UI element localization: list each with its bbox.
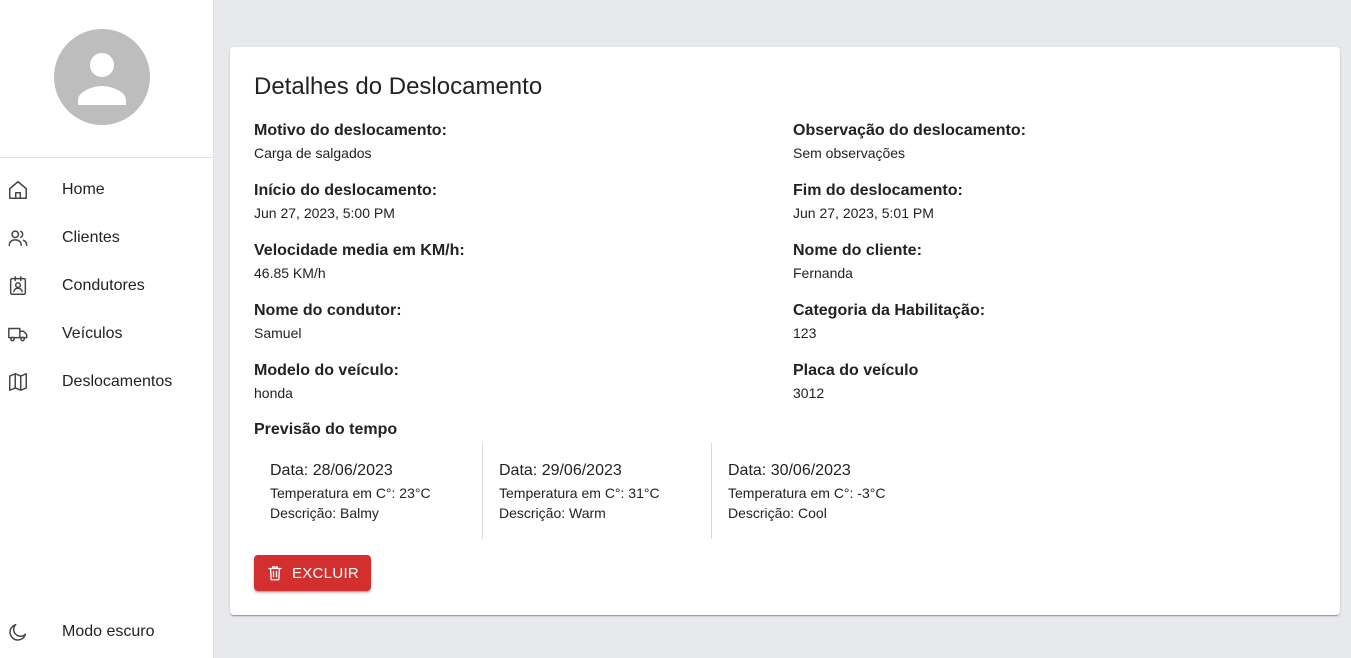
sidebar-item-label: Home — [62, 181, 105, 198]
sidebar-divider — [0, 157, 214, 158]
avatar[interactable] — [54, 29, 150, 125]
home-icon — [6, 178, 30, 202]
sidebar-item-veiculos[interactable]: Veículos — [0, 310, 214, 358]
weather-day: Data: 29/06/2023 Temperatura em C°: 31°C… — [483, 443, 712, 539]
weather-forecast: Data: 28/06/2023 Temperatura em C°: 23°C… — [254, 443, 941, 539]
weather-temperature: Temperatura em C°: 31°C — [499, 485, 660, 501]
users-icon — [6, 226, 30, 250]
field-motivo: Motivo do deslocamento: Carga de salgado… — [254, 121, 447, 162]
weather-day: Data: 30/06/2023 Temperatura em C°: -3°C… — [712, 443, 941, 539]
field-inicio: Início do deslocamento: Jun 27, 2023, 5:… — [254, 181, 437, 222]
dark-mode-label: Modo escuro — [62, 623, 155, 640]
sidebar-item-condutores[interactable]: Condutores — [0, 262, 214, 310]
field-modelo: Modelo do veículo: honda — [254, 361, 399, 402]
details-card: Detalhes do Deslocamento Motivo do deslo… — [230, 47, 1340, 615]
trash-icon — [268, 566, 282, 581]
field-value: Jun 27, 2023, 5:00 PM — [254, 205, 395, 221]
field-value: Samuel — [254, 325, 302, 341]
field-velocidade: Velocidade media em KM/h: 46.85 KM/h — [254, 241, 465, 282]
weather-temperature: Temperatura em C°: 23°C — [270, 485, 431, 501]
field-label: Placa do veículo — [793, 362, 919, 379]
dark-mode-item[interactable]: Modo escuro — [0, 608, 214, 656]
weather-description: Descrição: Cool — [728, 505, 827, 521]
page-title: Detalhes do Deslocamento — [254, 73, 543, 100]
field-fim: Fim do deslocamento: Jun 27, 2023, 5:01 … — [793, 181, 963, 222]
field-value: 3012 — [793, 385, 825, 401]
field-observacao: Observação do deslocamento: Sem observaç… — [793, 121, 1026, 162]
field-value: Jun 27, 2023, 5:01 PM — [793, 205, 934, 221]
field-label: Observação do deslocamento: — [793, 122, 1026, 139]
sidebar-item-deslocamentos[interactable]: Deslocamentos — [0, 358, 214, 406]
delete-button-label: EXCLUIR — [291, 564, 360, 582]
field-label: Velocidade media em KM/h: — [254, 242, 465, 259]
weather-description: Descrição: Warm — [499, 505, 606, 521]
sidebar-nav: Home Clientes Condutores Veículos Desloc… — [0, 166, 214, 406]
field-label: Início do deslocamento: — [254, 182, 438, 199]
field-label: Motivo do deslocamento: — [254, 122, 447, 139]
field-label: Fim do deslocamento: — [793, 182, 963, 199]
field-condutor: Nome do condutor: Samuel — [254, 301, 402, 342]
field-value: 123 — [793, 325, 817, 341]
dark-mode-toggle[interactable]: Modo escuro — [0, 608, 214, 656]
sidebar-item-home[interactable]: Home — [0, 166, 214, 214]
weather-temperature: Temperatura em C°: -3°C — [728, 485, 886, 501]
field-value: Fernanda — [793, 265, 853, 281]
field-label: Nome do cliente: — [793, 242, 922, 259]
weather-date: Data: 29/06/2023 — [499, 462, 622, 479]
sidebar-item-label: Clientes — [62, 229, 120, 246]
weather-date: Data: 28/06/2023 — [270, 462, 393, 479]
field-label: Categoria da Habilitação: — [793, 302, 986, 319]
field-placa: Placa do veículo 3012 — [793, 361, 918, 402]
sidebar-item-label: Veículos — [62, 325, 123, 342]
field-value: Carga de salgados — [254, 145, 372, 161]
sidebar-item-label: Deslocamentos — [62, 373, 173, 390]
moon-icon — [6, 620, 30, 644]
weather-date: Data: 30/06/2023 — [728, 462, 851, 479]
field-label: Nome do condutor: — [254, 302, 402, 319]
weather-day: Data: 28/06/2023 Temperatura em C°: 23°C… — [254, 443, 483, 539]
field-label: Modelo do veículo: — [254, 362, 399, 379]
truck-icon — [6, 322, 30, 346]
field-value: 46.85 KM/h — [254, 265, 326, 281]
driver-badge-icon — [6, 274, 30, 298]
sidebar-item-label: Condutores — [62, 277, 145, 294]
field-cliente: Nome do cliente: Fernanda — [793, 241, 922, 282]
field-value: Sem observações — [793, 145, 906, 161]
field-value: honda — [254, 385, 293, 401]
person-icon — [78, 53, 126, 105]
sidebar-item-clientes[interactable]: Clientes — [0, 214, 214, 262]
weather-description: Descrição: Balmy — [270, 505, 379, 521]
sidebar: Home Clientes Condutores Veículos Desloc… — [0, 0, 214, 658]
delete-button[interactable]: EXCLUIR — [254, 555, 371, 591]
field-habilitacao: Categoria da Habilitação: 123 — [793, 301, 985, 342]
map-icon — [6, 370, 30, 394]
weather-title: Previsão do tempo — [254, 421, 398, 438]
